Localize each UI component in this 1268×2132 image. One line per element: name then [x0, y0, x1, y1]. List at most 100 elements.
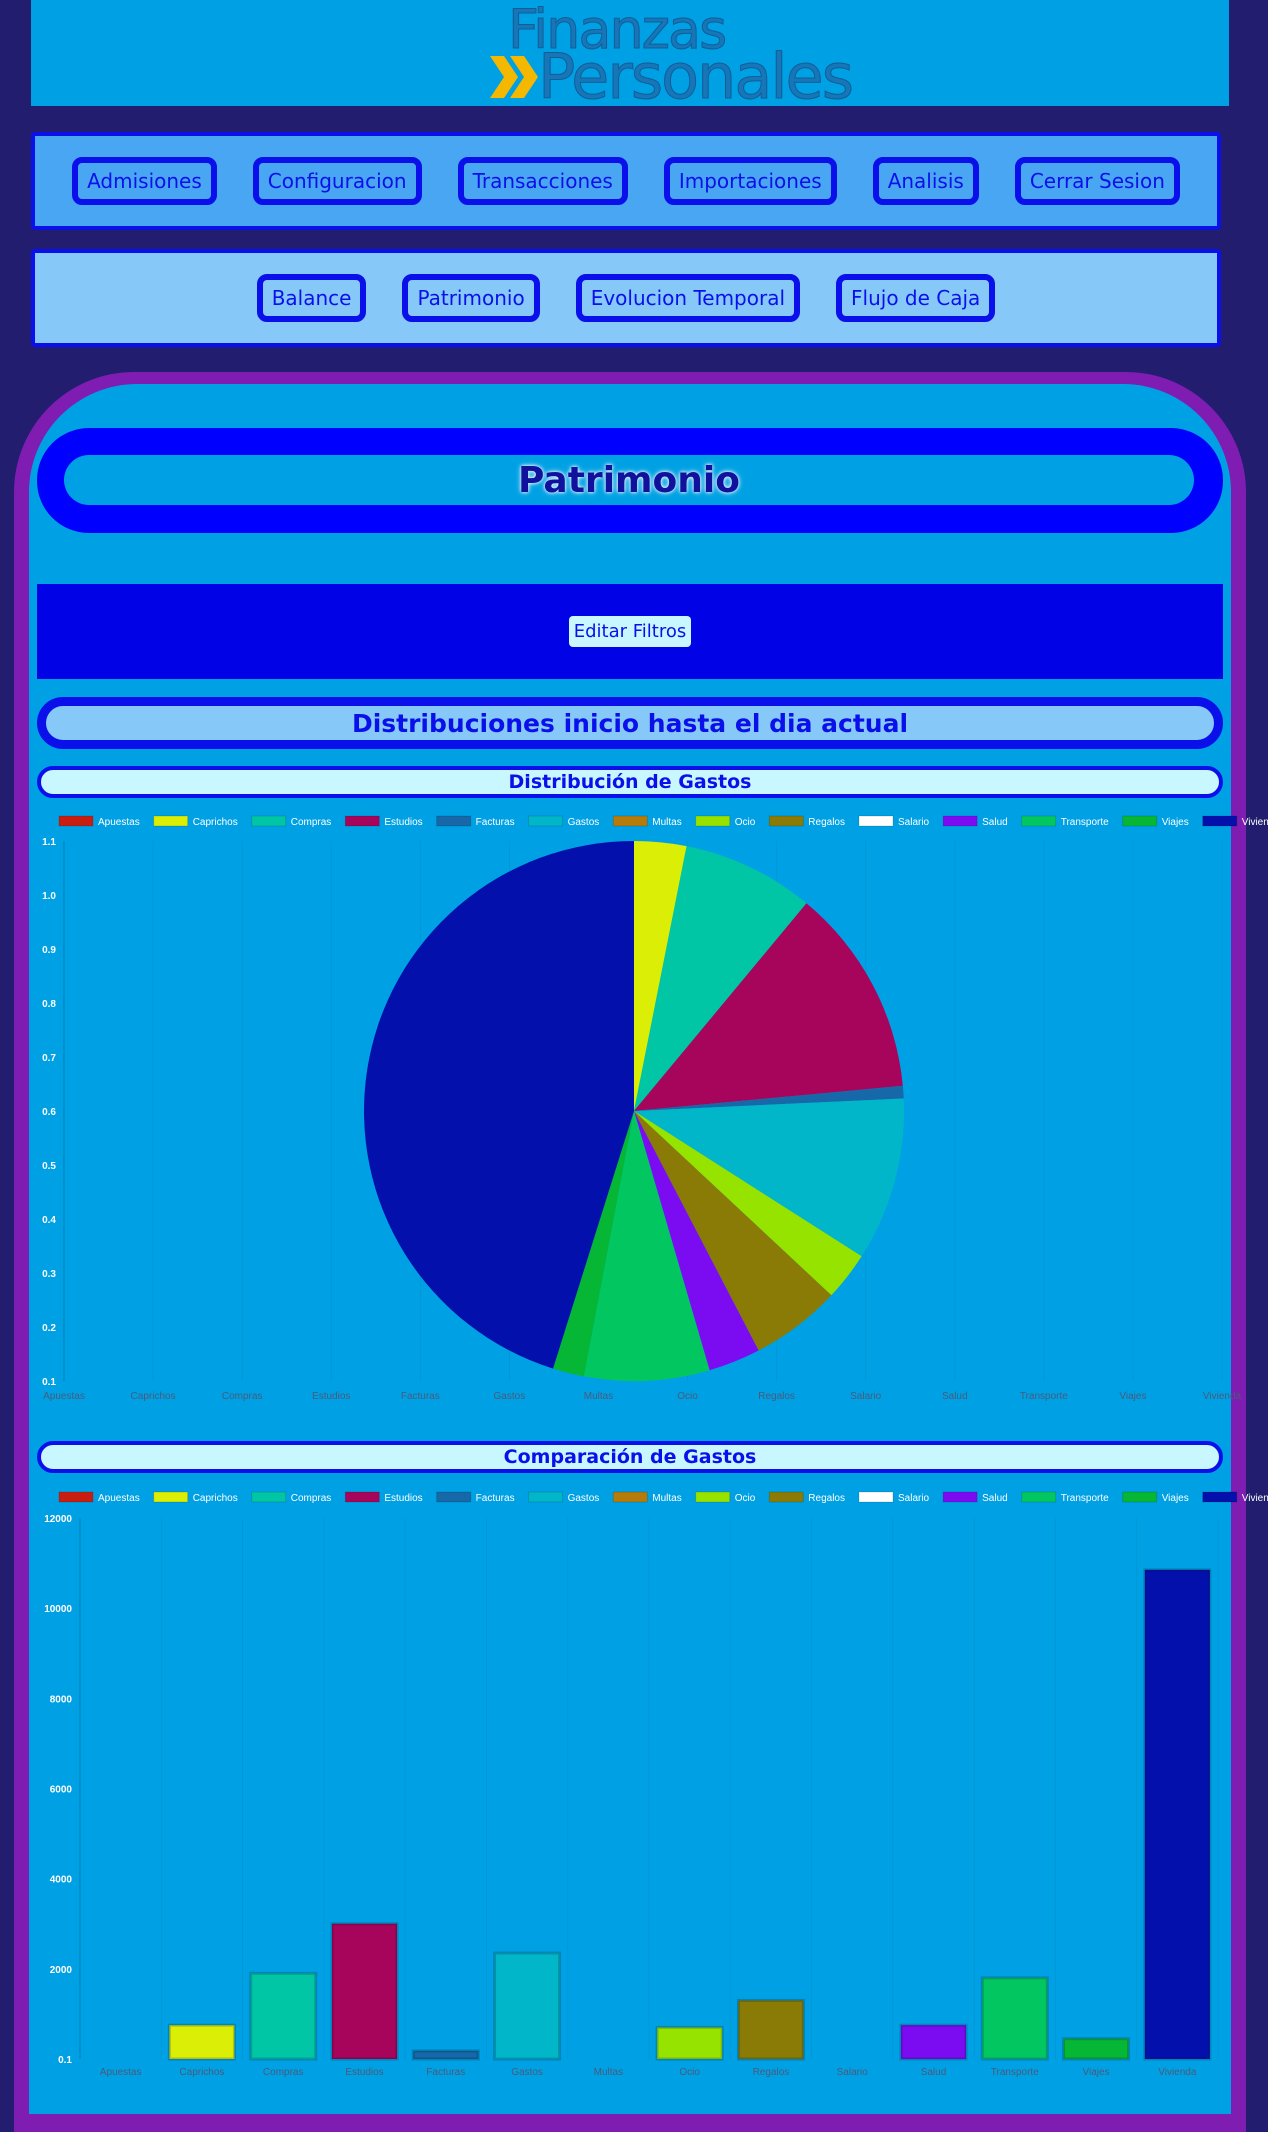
legend-label-salud[interactable]: Salud: [982, 817, 1008, 828]
legend-label-multas[interactable]: Multas: [652, 1493, 681, 1504]
bar-compras[interactable]: [249, 1971, 318, 2061]
legend-label-gastos[interactable]: Gastos: [568, 817, 600, 828]
legend-swatch-multas[interactable]: [612, 815, 648, 827]
pie-x-tick-gastos: Gastos: [494, 1391, 526, 1402]
legend-swatch-vivienda[interactable]: [1202, 815, 1238, 827]
legend-label-multas[interactable]: Multas: [652, 817, 681, 828]
edit-filters-button[interactable]: Editar Filtros: [568, 616, 692, 647]
legend-label-regalos[interactable]: Regalos: [808, 817, 845, 828]
legend-swatch-viajes[interactable]: [1122, 815, 1158, 827]
chart-legend: Apuestas Caprichos Compras Estudios Facturas…: [58, 1491, 1268, 1504]
legend-swatch-vivienda[interactable]: [1202, 1491, 1238, 1503]
legend-label-salud[interactable]: Salud: [982, 1493, 1008, 1504]
bar-x-tick-transporte: Transporte: [991, 2067, 1039, 2078]
bar-x-tick-estudios: Estudios: [345, 2067, 383, 2078]
legend-label-ocio[interactable]: Ocio: [735, 1493, 756, 1504]
legend-swatch-estudios[interactable]: [344, 1491, 380, 1503]
legend-swatch-regalos[interactable]: [768, 815, 804, 827]
bar-viajes[interactable]: [1062, 2037, 1131, 2061]
legend-swatch-compras[interactable]: [251, 815, 287, 827]
nav-importaciones-button[interactable]: Importaciones: [663, 157, 837, 205]
bar-y-tick: 4000: [50, 1875, 73, 1886]
legend-swatch-salud[interactable]: [942, 1491, 978, 1503]
legend-swatch-viajes[interactable]: [1122, 1491, 1158, 1503]
legend-label-vivienda[interactable]: Vivienda: [1242, 1493, 1268, 1504]
legend-swatch-transporte[interactable]: [1021, 815, 1057, 827]
legend-swatch-caprichos[interactable]: [153, 815, 189, 827]
pie-x-tick-salud: Salud: [942, 1391, 968, 1402]
app-logo[interactable]: Finanzas Personales: [486, 0, 855, 114]
legend-swatch-gastos[interactable]: [528, 815, 564, 827]
legend-swatch-gastos[interactable]: [528, 1491, 564, 1503]
page-title: Patrimonio: [518, 459, 740, 501]
legend-label-transporte[interactable]: Transporte: [1061, 1493, 1109, 1504]
pie-y-tick: 0.5: [42, 1161, 56, 1172]
bar-regalos[interactable]: [736, 1998, 805, 2061]
legend-label-gastos[interactable]: Gastos: [568, 1493, 600, 1504]
bar-transporte[interactable]: [980, 1976, 1049, 2061]
legend-swatch-ocio[interactable]: [695, 815, 731, 827]
legend-swatch-salario[interactable]: [858, 1491, 894, 1503]
legend-swatch-facturas[interactable]: [436, 1491, 472, 1503]
legend-label-compras[interactable]: Compras: [291, 817, 332, 828]
bar-vivienda[interactable]: [1143, 1568, 1212, 2061]
legend-swatch-apuestas[interactable]: [58, 815, 94, 827]
bar-facturas[interactable]: [411, 2049, 480, 2061]
pie-y-tick: 0.3: [42, 1269, 56, 1280]
legend-swatch-salud[interactable]: [942, 815, 978, 827]
subnav-patrimonio-button[interactable]: Patrimonio: [402, 274, 540, 322]
bar-caprichos[interactable]: [167, 2023, 236, 2061]
legend-swatch-transporte[interactable]: [1021, 1491, 1057, 1503]
pie-x-tick-transporte: Transporte: [1020, 1391, 1068, 1402]
pie-y-tick: 1.0: [42, 891, 56, 902]
nav-cerrar-sesion-button[interactable]: Cerrar Sesion: [1014, 157, 1180, 205]
section-header: Distribuciones inicio hasta el dia actua…: [37, 697, 1223, 749]
bar-x-tick-salario: Salario: [837, 2067, 869, 2078]
legend-label-viajes[interactable]: Viajes: [1162, 1493, 1189, 1504]
legend-label-transporte[interactable]: Transporte: [1061, 817, 1109, 828]
nav-admisiones-button[interactable]: Admisiones: [72, 157, 217, 205]
legend-label-viajes[interactable]: Viajes: [1162, 817, 1189, 828]
legend-swatch-compras[interactable]: [251, 1491, 287, 1503]
legend-swatch-facturas[interactable]: [436, 815, 472, 827]
legend-swatch-estudios[interactable]: [344, 815, 380, 827]
legend-label-facturas[interactable]: Facturas: [476, 1493, 515, 1504]
nav-transacciones-button[interactable]: Transacciones: [457, 157, 628, 205]
legend-label-ocio[interactable]: Ocio: [735, 817, 756, 828]
bar-y-tick: 10000: [44, 1604, 72, 1615]
filter-bar: Editar Filtros: [37, 584, 1223, 679]
legend-label-estudios[interactable]: Estudios: [384, 1493, 422, 1504]
legend-label-facturas[interactable]: Facturas: [476, 817, 515, 828]
nav-analisis-button[interactable]: Analisis: [872, 157, 979, 205]
subnav-balance-button[interactable]: Balance: [256, 274, 367, 322]
pie-x-tick-regalos: Regalos: [758, 1391, 795, 1402]
pie-y-tick: 0.8: [42, 999, 56, 1010]
pie-y-tick: 0.6: [42, 1107, 56, 1118]
legend-label-vivienda[interactable]: Vivienda: [1242, 817, 1268, 828]
bar-ocio[interactable]: [655, 2025, 724, 2061]
legend-label-estudios[interactable]: Estudios: [384, 817, 422, 828]
legend-label-apuestas[interactable]: Apuestas: [98, 817, 140, 828]
legend-swatch-apuestas[interactable]: [58, 1491, 94, 1503]
legend-label-apuestas[interactable]: Apuestas: [98, 1493, 140, 1504]
legend-swatch-regalos[interactable]: [768, 1491, 804, 1503]
nav-configuracion-button[interactable]: Configuracion: [252, 157, 422, 205]
pie-x-tick-apuestas: Apuestas: [43, 1391, 85, 1402]
legend-label-regalos[interactable]: Regalos: [808, 1493, 845, 1504]
bar-salud[interactable]: [899, 2023, 968, 2061]
legend-label-compras[interactable]: Compras: [291, 1493, 332, 1504]
bar-chart-title: Comparación de Gastos: [503, 1446, 757, 1468]
legend-swatch-salario[interactable]: [858, 815, 894, 827]
subnav-evolucion-temporal-button[interactable]: Evolucion Temporal: [575, 274, 801, 322]
subnav-flujo-de-caja-button[interactable]: Flujo de Caja: [836, 274, 996, 322]
legend-label-salario[interactable]: Salario: [898, 817, 930, 828]
bar-gastos[interactable]: [493, 1951, 562, 2061]
legend-swatch-multas[interactable]: [612, 1491, 648, 1503]
legend-swatch-ocio[interactable]: [695, 1491, 731, 1503]
bar-y-tick: 0.1: [58, 2055, 72, 2066]
legend-label-caprichos[interactable]: Caprichos: [193, 817, 238, 828]
bar-estudios[interactable]: [330, 1922, 399, 2061]
legend-label-caprichos[interactable]: Caprichos: [193, 1493, 238, 1504]
legend-swatch-caprichos[interactable]: [153, 1491, 189, 1503]
legend-label-salario[interactable]: Salario: [898, 1493, 930, 1504]
